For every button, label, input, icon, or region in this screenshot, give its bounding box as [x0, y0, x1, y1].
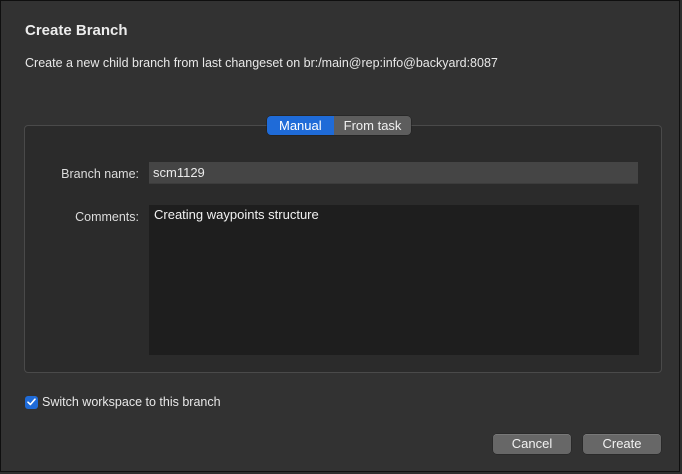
switch-workspace-option[interactable]: Switch workspace to this branch	[25, 395, 221, 409]
checkmark-icon	[27, 398, 36, 406]
branch-name-label: Branch name:	[61, 167, 139, 181]
create-branch-dialog: Create Branch Create a new child branch …	[0, 0, 680, 472]
tab-manual[interactable]: Manual	[267, 116, 334, 135]
create-button[interactable]: Create	[583, 434, 661, 454]
comments-label: Comments:	[75, 210, 139, 224]
dialog-title: Create Branch	[25, 22, 128, 39]
branch-name-input[interactable]	[149, 162, 638, 184]
switch-workspace-checkbox[interactable]	[25, 395, 38, 409]
comments-textarea[interactable]: Creating waypoints structure	[149, 205, 639, 355]
dialog-subtitle: Create a new child branch from last chan…	[25, 56, 498, 70]
switch-workspace-label: Switch workspace to this branch	[42, 395, 221, 409]
mode-segmented-control: Manual From task	[267, 116, 412, 135]
tab-from-task[interactable]: From task	[333, 116, 412, 135]
cancel-button[interactable]: Cancel	[493, 434, 571, 454]
